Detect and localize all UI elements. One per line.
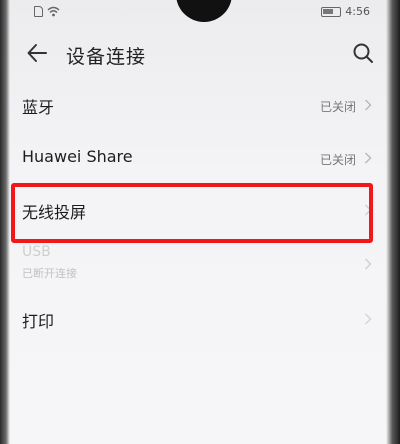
row-label: 蓝牙 (22, 98, 55, 117)
settings-row-huawei-share[interactable]: Huawei Share 已关闭 (0, 140, 400, 176)
search-icon[interactable] (352, 42, 374, 64)
device-bezel-right (386, 0, 400, 444)
device-bezel-left (0, 0, 10, 444)
page-title: 设备连接 (66, 46, 147, 68)
row-value: 已关闭 (319, 153, 356, 167)
row-label: USB (22, 244, 51, 260)
chevron-right-icon (364, 99, 372, 111)
status-time: 4:56 (345, 5, 370, 18)
toolbar: 设备连接 (0, 36, 400, 72)
chevron-right-icon (364, 258, 372, 270)
row-label: 打印 (22, 312, 55, 331)
settings-row-print[interactable]: 打印 (0, 304, 400, 340)
battery-icon (321, 6, 342, 17)
highlight-box (11, 183, 373, 243)
chevron-right-icon (364, 313, 372, 325)
chevron-right-icon (364, 152, 372, 164)
back-arrow-icon[interactable] (26, 42, 48, 64)
sim-icon (34, 6, 43, 17)
phone-screen: 4:56 设备连接 蓝牙 已关闭 Huawei Share 已关闭 无线投屏 U… (0, 0, 400, 444)
settings-row-bluetooth[interactable]: 蓝牙 已关闭 (0, 88, 400, 124)
row-label: Huawei Share (22, 147, 133, 166)
status-bar: 4:56 (0, 4, 400, 22)
wifi-icon (47, 6, 60, 17)
row-sublabel: 已断开连接 (22, 267, 77, 280)
row-value: 已关闭 (319, 100, 356, 114)
settings-row-usb[interactable]: USB 已断开连接 (0, 244, 400, 286)
